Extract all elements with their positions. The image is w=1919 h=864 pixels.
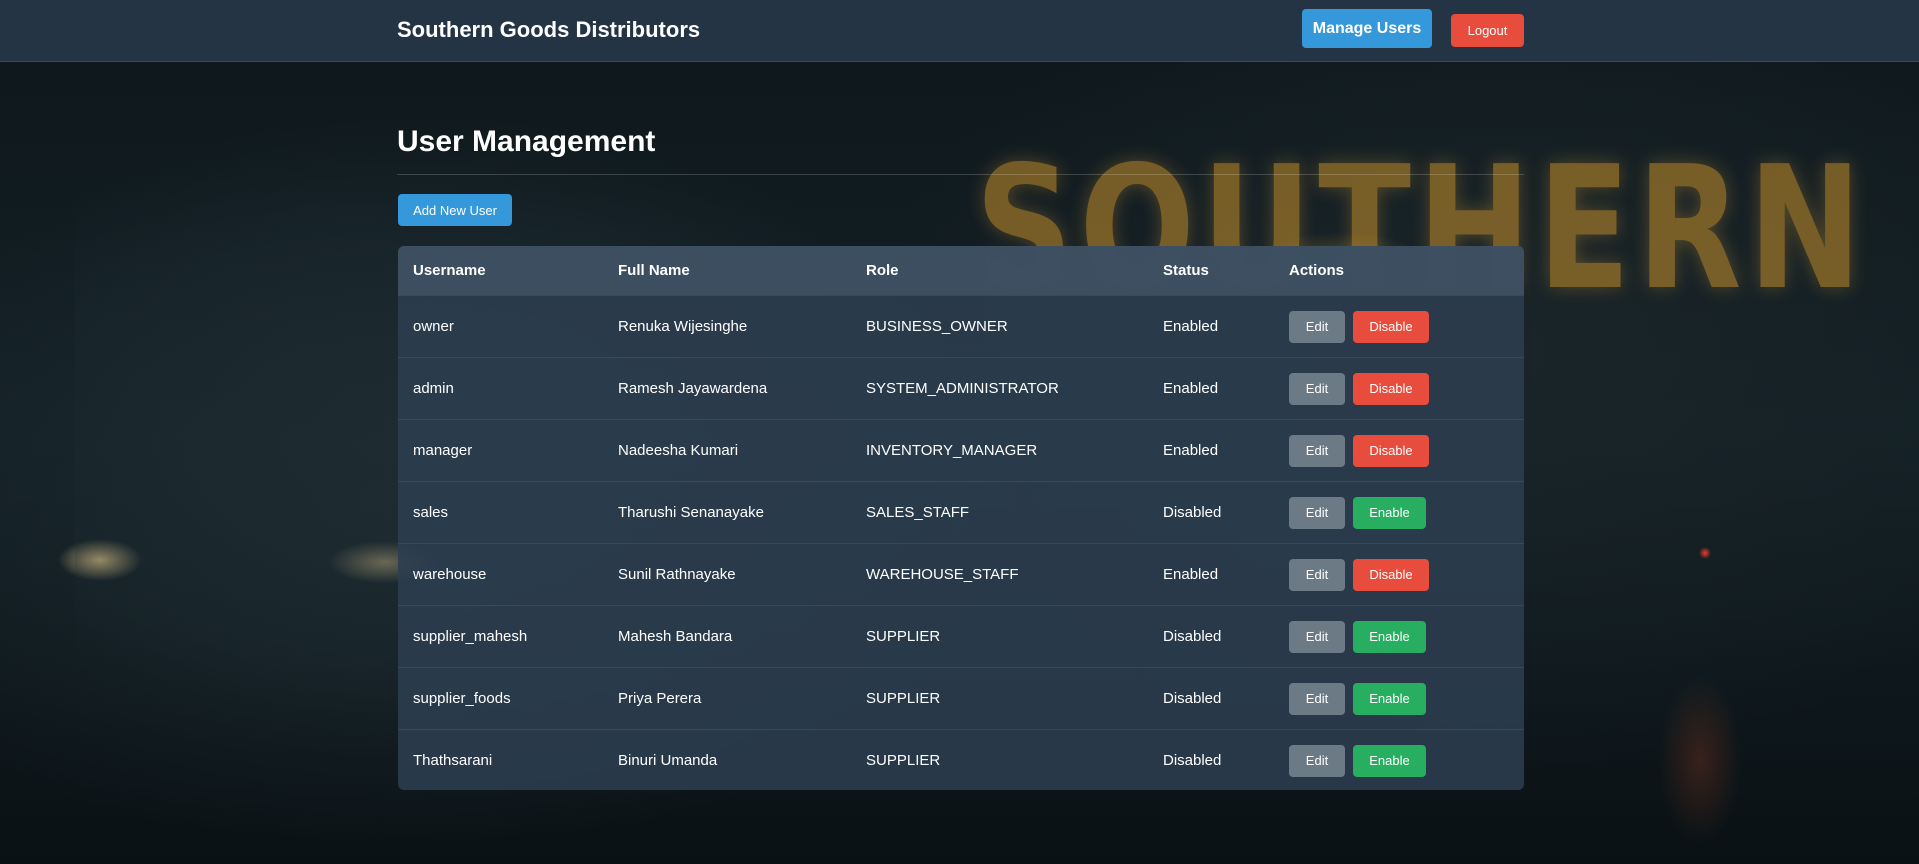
column-header-actions: Actions bbox=[1289, 262, 1345, 279]
cell-actions: Edit Disable bbox=[1274, 558, 1524, 591]
disable-button[interactable]: Disable bbox=[1353, 558, 1429, 591]
cell-username: warehouse bbox=[413, 566, 487, 583]
cell-status: Disabled bbox=[1163, 690, 1222, 707]
cell-role: SALES_STAFF bbox=[866, 504, 970, 521]
disable-button[interactable]: Disable bbox=[1353, 310, 1429, 343]
cell-role: SUPPLIER bbox=[866, 628, 941, 645]
edit-button[interactable]: Edit bbox=[1289, 620, 1345, 653]
cell-role: SUPPLIER bbox=[866, 752, 941, 769]
table-header: Username Full Name Role Status Actions bbox=[398, 246, 1524, 295]
cell-status: Disabled bbox=[1163, 752, 1222, 769]
cell-full-name: Tharushi Senanayake bbox=[618, 504, 764, 521]
table-row: Thathsarani Binuri Umanda SUPPLIER Disabled… bbox=[398, 729, 1524, 790]
table-row: warehouse Sunil Rathnayake WAREHOUSE_STAFF… bbox=[398, 543, 1524, 605]
cell-status: Enabled bbox=[1163, 566, 1219, 583]
table-row: admin Ramesh Jayawardena SYSTEM_ADMINISTRA… bbox=[398, 357, 1524, 419]
edit-button[interactable]: Edit bbox=[1289, 496, 1345, 529]
cell-full-name: Nadeesha Kumari bbox=[618, 442, 739, 459]
cell-username: manager bbox=[413, 442, 473, 459]
edit-button[interactable]: Edit bbox=[1289, 434, 1345, 467]
table-row: sales Tharushi Senanayake SALES_STAFF Disab… bbox=[398, 481, 1524, 543]
table-row: supplier_mahesh Mahesh Bandara SUPPLIER Dis… bbox=[398, 605, 1524, 667]
table-row: supplier_foods Priya Perera SUPPLIER Disabl… bbox=[398, 667, 1524, 729]
cell-username: supplier_foods bbox=[413, 690, 511, 707]
edit-button[interactable]: Edit bbox=[1289, 558, 1345, 591]
cell-role: SUPPLIER bbox=[866, 690, 941, 707]
disable-button[interactable]: Disable bbox=[1353, 434, 1429, 467]
cell-full-name: Binuri Umanda bbox=[618, 752, 718, 769]
enable-button[interactable]: Enable bbox=[1353, 744, 1426, 777]
enable-button[interactable]: Enable bbox=[1353, 682, 1426, 715]
cell-status: Enabled bbox=[1163, 442, 1219, 459]
column-header-status: Status bbox=[1163, 262, 1209, 279]
logout-button[interactable]: Logout bbox=[1451, 14, 1524, 47]
edit-button[interactable]: Edit bbox=[1289, 372, 1345, 405]
cell-actions: Edit Disable bbox=[1274, 310, 1524, 343]
cell-actions: Edit Enable bbox=[1274, 682, 1524, 715]
add-new-user-button[interactable]: Add New User bbox=[398, 194, 512, 226]
cell-role: SYSTEM_ADMINISTRATOR bbox=[866, 380, 1059, 397]
cell-full-name: Renuka Wijesinghe bbox=[618, 318, 748, 335]
table-row: owner Renuka Wijesinghe BUSINESS_OWNER Enab… bbox=[398, 295, 1524, 357]
table-row: manager Nadeesha Kumari INVENTORY_MANAGER E… bbox=[398, 419, 1524, 481]
manage-users-button[interactable]: Manage Users bbox=[1302, 9, 1432, 48]
title-divider bbox=[397, 174, 1524, 175]
disable-button[interactable]: Disable bbox=[1353, 372, 1429, 405]
cell-full-name: Mahesh Bandara bbox=[618, 628, 733, 645]
cell-actions: Edit Disable bbox=[1274, 372, 1524, 405]
cell-username: admin bbox=[413, 380, 454, 397]
table-body: owner Renuka Wijesinghe BUSINESS_OWNER Enab… bbox=[398, 295, 1524, 790]
enable-button[interactable]: Enable bbox=[1353, 620, 1426, 653]
cell-status: Disabled bbox=[1163, 504, 1222, 521]
edit-button[interactable]: Edit bbox=[1289, 310, 1345, 343]
cell-username: sales bbox=[413, 504, 449, 521]
brand-title[interactable]: Southern Goods Distributors bbox=[397, 17, 700, 43]
enable-button[interactable]: Enable bbox=[1353, 496, 1426, 529]
column-header-full-name: Full Name bbox=[618, 262, 690, 279]
cell-full-name: Priya Perera bbox=[618, 690, 702, 707]
cell-username: owner bbox=[413, 318, 454, 335]
cell-status: Enabled bbox=[1163, 380, 1219, 397]
edit-button[interactable]: Edit bbox=[1289, 744, 1345, 777]
column-header-username: Username bbox=[413, 262, 486, 279]
cell-full-name: Sunil Rathnayake bbox=[618, 566, 736, 583]
cell-role: INVENTORY_MANAGER bbox=[866, 442, 1038, 459]
cell-actions: Edit Disable bbox=[1274, 434, 1524, 467]
cell-actions: Edit Enable bbox=[1274, 496, 1524, 529]
cell-username: supplier_mahesh bbox=[413, 628, 528, 645]
edit-button[interactable]: Edit bbox=[1289, 682, 1345, 715]
cell-status: Enabled bbox=[1163, 318, 1219, 335]
top-navbar: Southern Goods Distributors Manage Users… bbox=[0, 0, 1919, 62]
page-title: User Management bbox=[397, 125, 656, 158]
users-table: Username Full Name Role Status Actions o… bbox=[398, 246, 1524, 790]
cell-status: Disabled bbox=[1163, 628, 1222, 645]
column-header-role: Role bbox=[866, 262, 899, 279]
cell-username: Thathsarani bbox=[413, 752, 493, 769]
cell-full-name: Ramesh Jayawardena bbox=[618, 380, 768, 397]
cell-actions: Edit Enable bbox=[1274, 744, 1524, 777]
cell-role: WAREHOUSE_STAFF bbox=[866, 566, 1019, 583]
cell-role: BUSINESS_OWNER bbox=[866, 318, 1008, 335]
cell-actions: Edit Enable bbox=[1274, 620, 1524, 653]
